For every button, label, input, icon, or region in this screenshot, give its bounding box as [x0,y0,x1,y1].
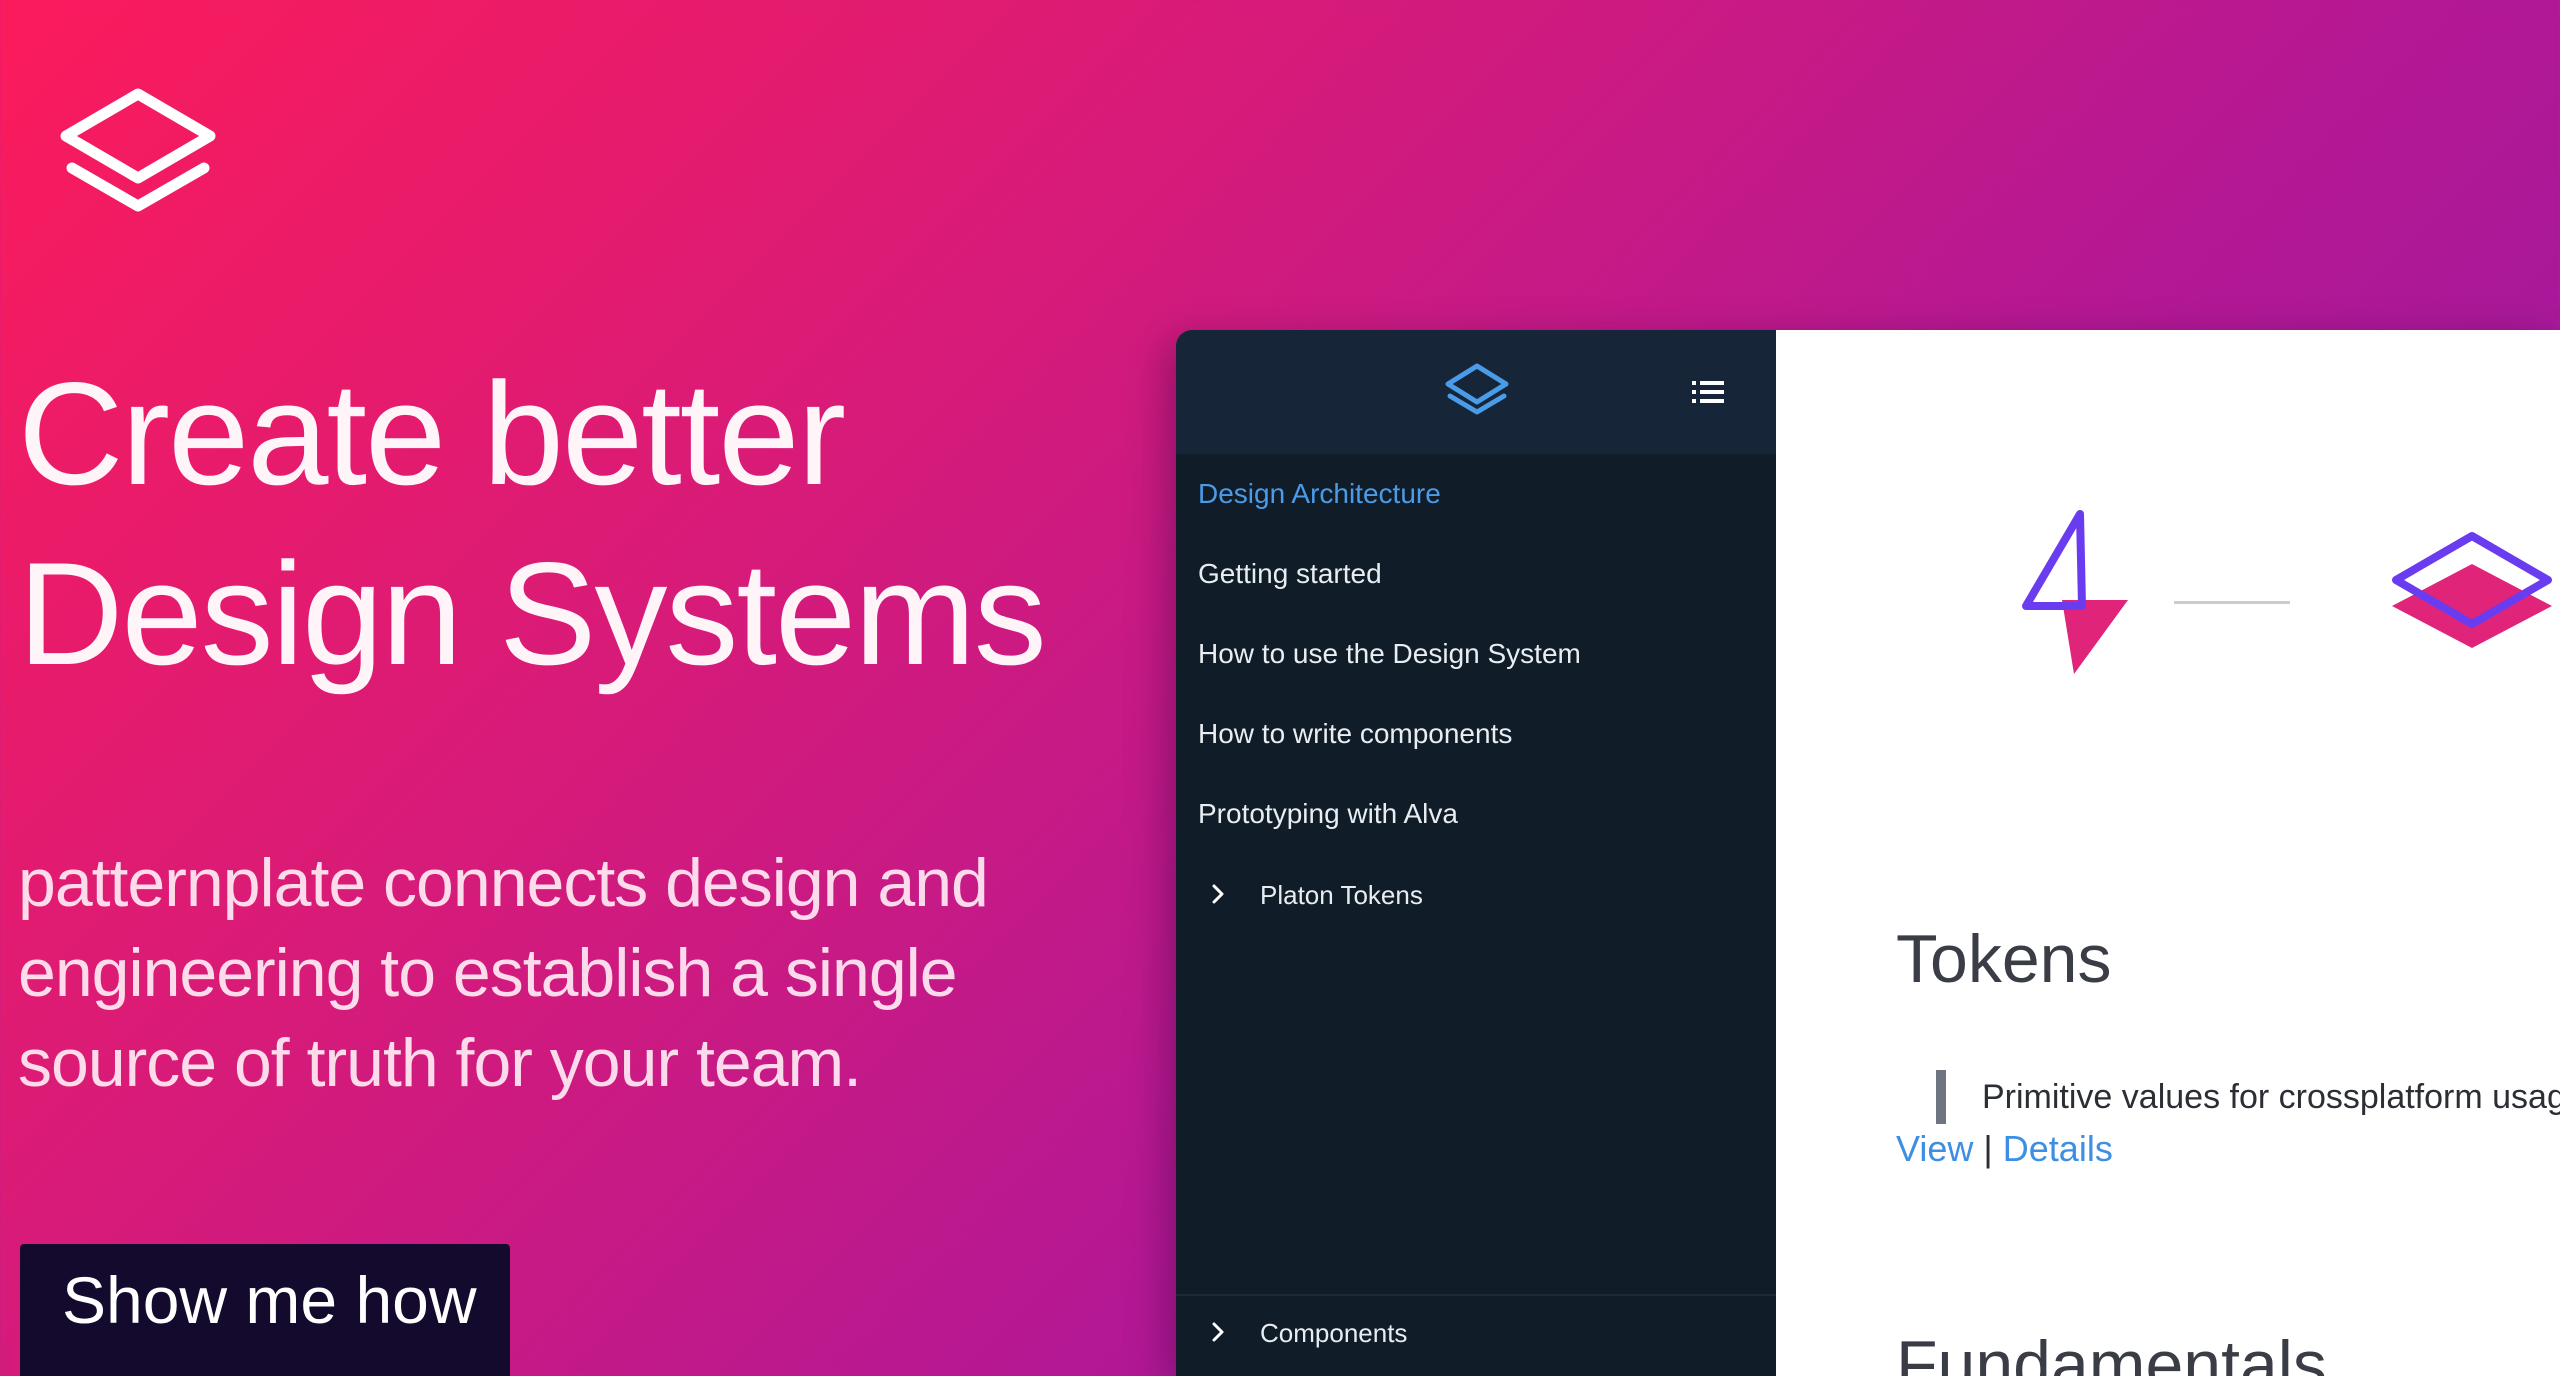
app-preview-window: Design Architecture Getting started How … [1176,330,2560,1376]
layers-logo-icon[interactable] [58,88,218,218]
tokens-heading: Tokens [1896,921,2112,997]
sidebar-item-how-to-use[interactable]: How to use the Design System [1198,638,1581,670]
layers-logo-icon[interactable] [1442,360,1512,424]
tokens-links: View | Details [1896,1128,2113,1170]
sidebar-divider [1176,1294,1776,1296]
sidebar-group-platon-tokens[interactable]: Platon Tokens [1176,862,1776,946]
hero-title-line-2: Design Systems [18,532,1047,695]
sidebar-item-how-to-write-components[interactable]: How to write components [1198,718,1512,750]
show-me-how-button[interactable]: Show me how [20,1244,510,1376]
sidebar-header [1176,330,1776,454]
view-link[interactable]: View [1896,1128,1973,1169]
sidebar-item-prototyping-with-alva[interactable]: Prototyping with Alva [1198,798,1458,830]
app-sidebar: Design Architecture Getting started How … [1176,330,1776,1376]
chevron-right-icon [1212,884,1224,904]
hero-subtitle: patternplate connects design and enginee… [18,845,989,1101]
lightning-bolt-icon [2022,510,2128,674]
link-separator: | [1983,1128,1993,1169]
app-content: Tokens Primitive values for crossplatfor… [1776,330,2560,1376]
fundamentals-heading: Fundamentals [1896,1327,2327,1376]
list-menu-icon[interactable] [1688,374,1728,410]
sidebar-group-components[interactable]: Components [1176,1300,1776,1376]
sidebar-item-getting-started[interactable]: Getting started [1198,558,1382,590]
sidebar-group-label: Components [1260,1318,1408,1348]
sidebar-item-design-architecture[interactable]: Design Architecture [1198,478,1441,510]
layers-icon [2392,532,2552,648]
hero-title-line-1: Create better [18,352,846,515]
illustration-connector [2174,601,2290,604]
tokens-description: Primitive values for crossplatform usag [1936,1070,2560,1124]
hero-title: Create better Design Systems [18,344,1047,704]
sidebar-group-label: Platon Tokens [1260,880,1423,910]
chevron-right-icon [1212,1322,1224,1342]
details-link[interactable]: Details [2003,1128,2113,1169]
